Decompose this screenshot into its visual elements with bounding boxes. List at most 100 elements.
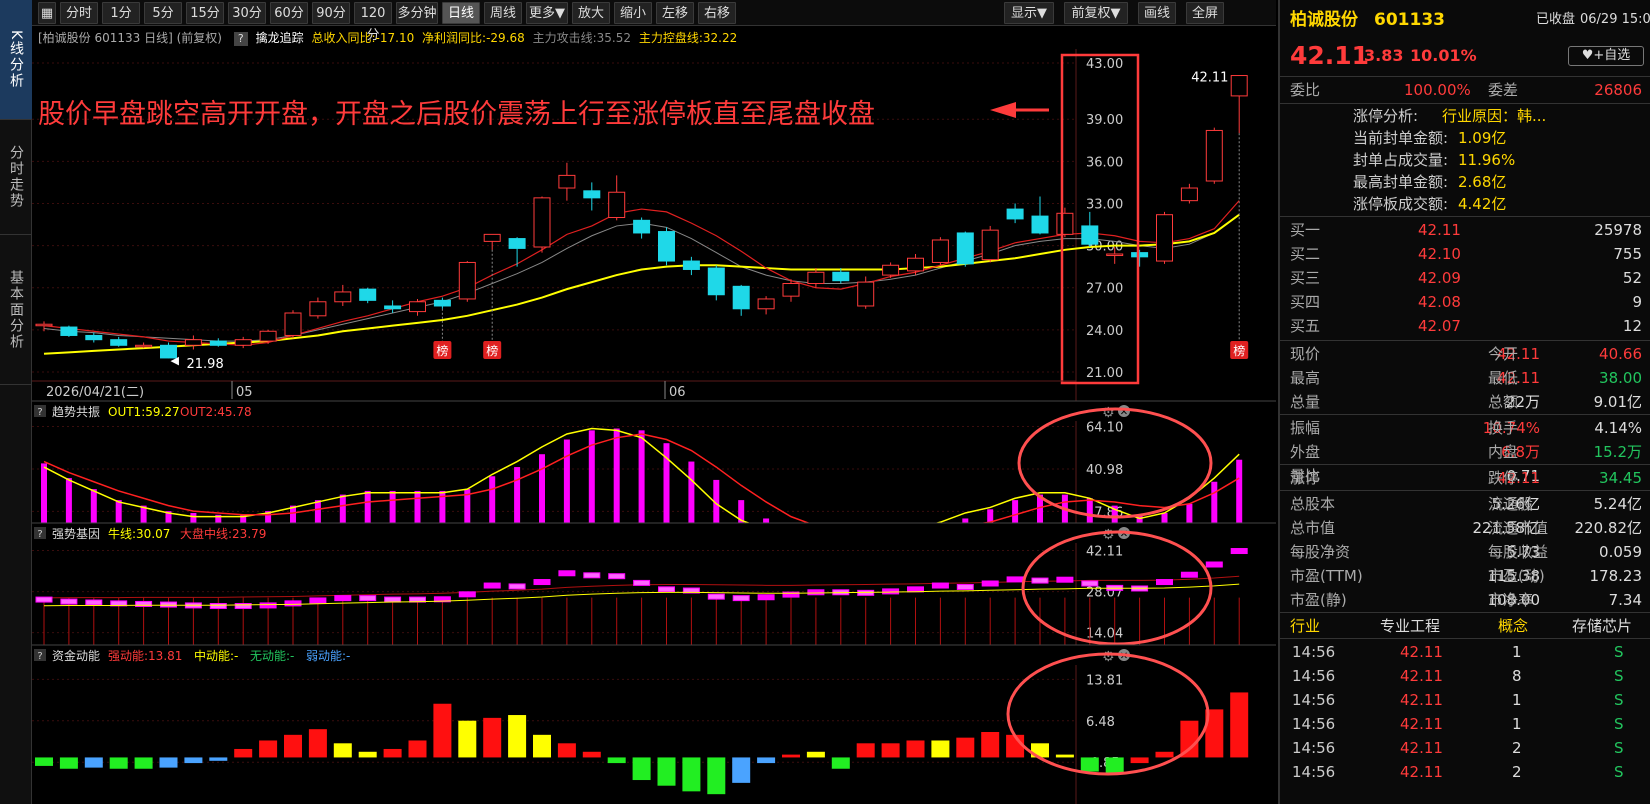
chart-area[interactable]: 43.0039.0036.0033.0030.0027.0024.0021.00… — [32, 49, 1276, 804]
settings-gear-icon[interactable]: ⚙ — [1102, 405, 1115, 421]
toolbar-right-button-1[interactable]: 前复权▼ — [1064, 2, 1128, 24]
candle-body[interactable] — [782, 283, 800, 297]
candle-body[interactable] — [135, 344, 153, 348]
period-button-15[interactable]: 右移 — [698, 2, 736, 24]
energy-bar — [433, 703, 452, 758]
candle-body[interactable] — [682, 260, 700, 270]
tick-price: 42.11 — [1400, 691, 1443, 709]
toolbar-right-button-2[interactable]: 画线 — [1138, 2, 1176, 24]
sector-tag[interactable]: 存储芯片 — [1572, 614, 1632, 638]
candle-body[interactable] — [508, 238, 526, 249]
help-icon[interactable]: ? — [233, 32, 248, 46]
energy-bar — [109, 757, 128, 769]
candle-body[interactable] — [583, 190, 601, 199]
annotation-text: 股价早盘跳空高开开盘，开盘之后股价震荡上行至涨停板直至尾盘收盘 — [38, 99, 875, 130]
candle-body[interactable] — [309, 301, 327, 317]
sector-tag[interactable]: 概念 — [1498, 614, 1528, 638]
candle-body[interactable] — [483, 233, 501, 242]
period-button-5[interactable]: 60分 — [270, 2, 308, 24]
period-button-1[interactable]: 1分 — [102, 2, 140, 24]
period-button-8[interactable]: 多分钟 — [396, 2, 438, 24]
candle-body[interactable] — [857, 281, 875, 307]
candle-body[interactable] — [433, 299, 451, 307]
candle-body[interactable] — [658, 231, 675, 262]
candle-body[interactable] — [1156, 214, 1173, 262]
candle-body[interactable] — [284, 312, 302, 336]
energy-bar — [906, 740, 925, 758]
indicator-help-icon[interactable]: ? — [37, 651, 42, 662]
toggle-panel-checkbox[interactable]: ▦ — [38, 2, 56, 24]
candle-body[interactable] — [1106, 253, 1124, 257]
candle-body[interactable] — [209, 340, 227, 346]
indicator-help-icon[interactable]: ? — [37, 529, 42, 540]
candle-body[interactable] — [1131, 252, 1149, 258]
candle-body[interactable] — [1081, 225, 1099, 245]
candle-body[interactable] — [832, 271, 850, 282]
add-watchlist-button[interactable]: ♥+自选 — [1568, 46, 1644, 66]
period-button-4[interactable]: 30分 — [228, 2, 266, 24]
candle-body[interactable] — [807, 271, 825, 285]
bid-level-row[interactable]: 买四 42.08 9 — [1280, 290, 1650, 314]
candle-body[interactable] — [533, 197, 551, 248]
candle-body[interactable] — [409, 301, 426, 313]
candle-body[interactable] — [1056, 212, 1074, 235]
sector-tag[interactable]: 专业工程 — [1380, 614, 1440, 638]
bid-level-row[interactable]: 买五 42.07 12 — [1280, 314, 1650, 338]
period-button-12[interactable]: 放大 — [572, 2, 610, 24]
candle-body[interactable] — [757, 298, 775, 310]
candle-body[interactable] — [608, 191, 626, 219]
toolbar-right-button-0[interactable]: 显示▼ — [1004, 2, 1054, 24]
candle-body[interactable] — [184, 339, 202, 346]
period-button-7[interactable]: 120分 — [354, 2, 392, 43]
settings-gear-icon[interactable]: ⚙ — [1102, 649, 1115, 665]
bid-level-row[interactable]: 买三 42.09 52 — [1280, 266, 1650, 290]
candle-body[interactable] — [1230, 75, 1248, 97]
candle-body[interactable] — [1180, 187, 1198, 202]
indicator-name[interactable]: 擒龙追踪 — [256, 31, 304, 45]
energy-bar — [408, 740, 427, 758]
candle-body[interactable] — [60, 326, 78, 336]
candle-body[interactable] — [907, 257, 924, 272]
period-button-0[interactable]: 分时 — [60, 2, 98, 24]
candle-body[interactable] — [882, 264, 900, 276]
period-button-2[interactable]: 5分 — [144, 2, 182, 24]
candle-body[interactable] — [234, 339, 252, 346]
stat-label: 现价 — [1290, 345, 1321, 363]
candle-body[interactable] — [110, 339, 128, 346]
candle-body[interactable] — [359, 288, 377, 301]
nav-kline-analysis[interactable]: K线分析 — [0, 0, 32, 120]
gene-bar — [1006, 576, 1024, 583]
candle-body[interactable] — [35, 323, 53, 327]
candle-body[interactable] — [707, 267, 725, 296]
candle-body[interactable] — [732, 285, 750, 310]
period-button-3[interactable]: 15分 — [186, 2, 224, 24]
period-button-6[interactable]: 90分 — [312, 2, 350, 24]
toolbar-right-button-3[interactable]: 全屏 — [1186, 2, 1224, 24]
candle-body[interactable] — [334, 291, 352, 303]
nav-fundamental-analysis[interactable]: 基本面分析 — [0, 235, 32, 385]
period-button-10[interactable]: 周线 — [484, 2, 522, 24]
period-button-14[interactable]: 左移 — [656, 2, 694, 24]
candle-body[interactable] — [981, 229, 999, 261]
candle-body[interactable] — [956, 232, 974, 265]
candle-body[interactable] — [1031, 215, 1049, 234]
bid-level-row[interactable]: 买二 42.10 755 — [1280, 242, 1650, 266]
candle-body[interactable] — [384, 305, 402, 310]
bid-level-row[interactable]: 买一 42.11 25978 — [1280, 218, 1650, 242]
sector-tag[interactable]: 行业 — [1290, 614, 1320, 638]
candle-body[interactable] — [259, 330, 277, 342]
settings-gear-icon[interactable]: ⚙ — [1102, 527, 1115, 543]
candle-body[interactable] — [1205, 129, 1223, 182]
nav-intraday-trend[interactable]: 分时走势 — [0, 120, 32, 235]
candle-body[interactable] — [558, 174, 576, 189]
candle-body[interactable] — [633, 219, 651, 234]
candle-body[interactable] — [931, 239, 949, 263]
period-button-11[interactable]: 更多▼ — [526, 2, 568, 24]
tick-side: S — [1614, 739, 1624, 757]
candle-body[interactable] — [85, 334, 103, 341]
candle-body[interactable] — [1006, 208, 1024, 220]
period-button-13[interactable]: 缩小 — [614, 2, 652, 24]
period-button-9[interactable]: 日线 — [442, 2, 480, 24]
candle-body[interactable] — [458, 261, 476, 300]
indicator-help-icon[interactable]: ? — [37, 407, 42, 418]
